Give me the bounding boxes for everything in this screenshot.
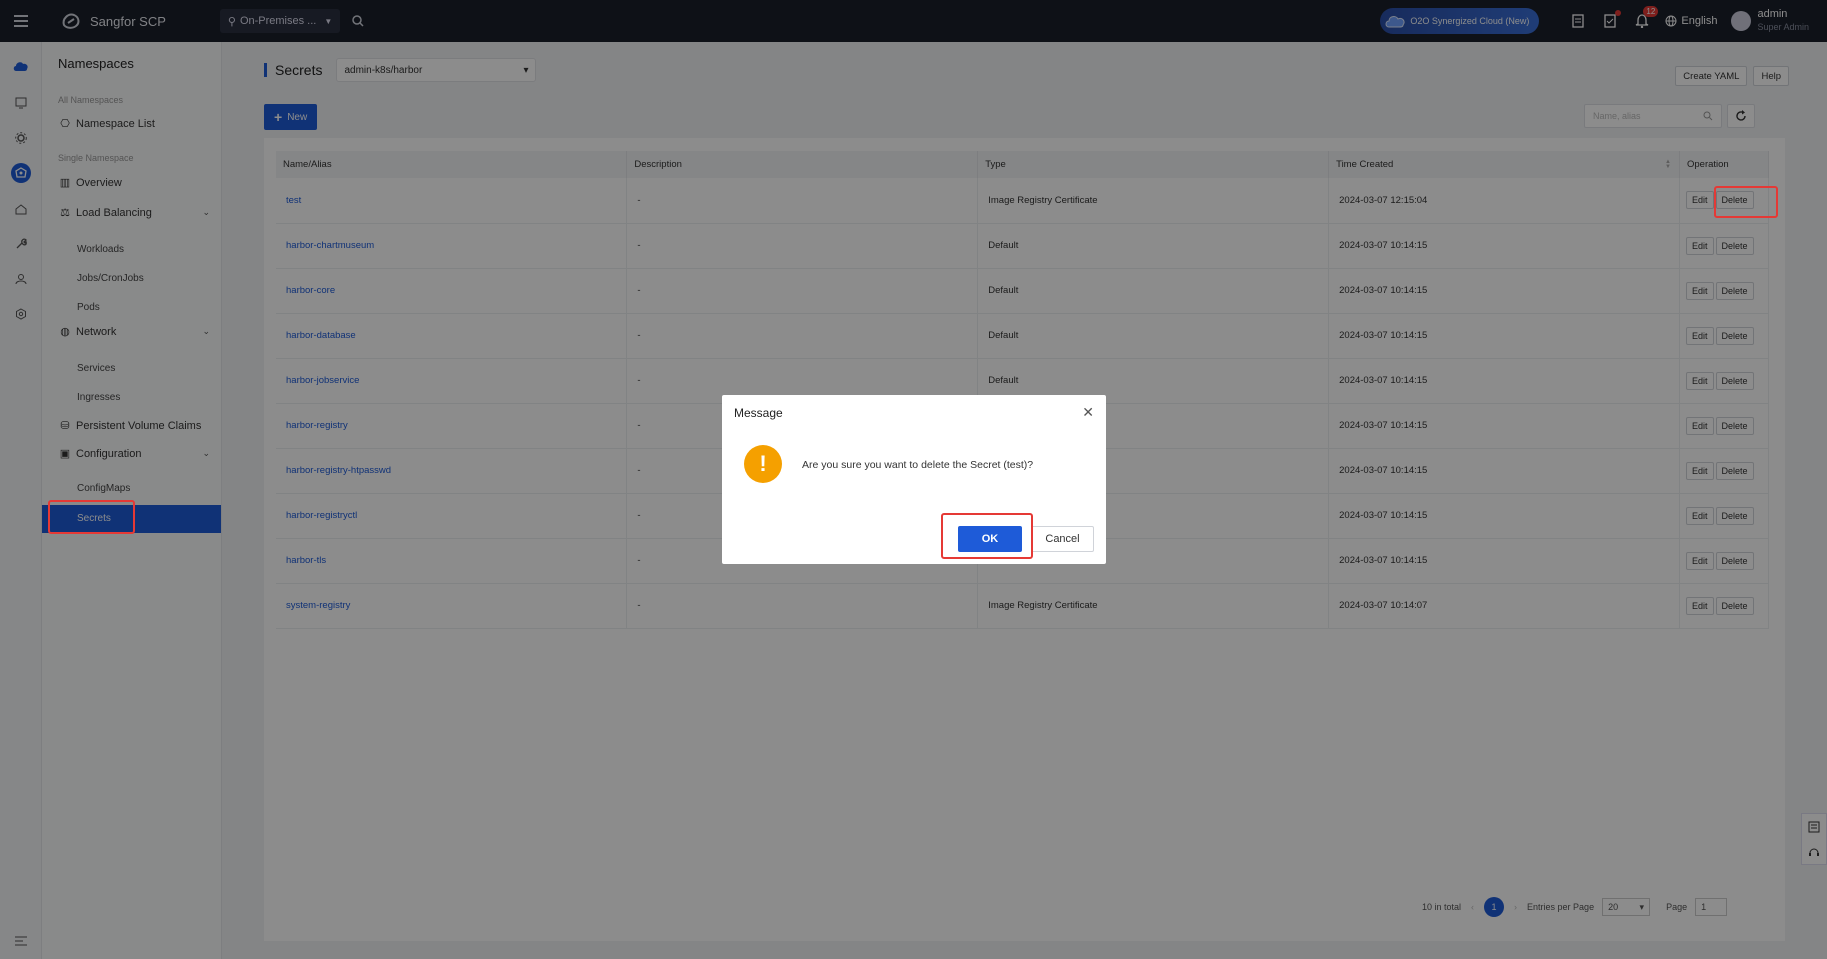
close-icon[interactable]: ✕ [1082, 404, 1094, 421]
warning-icon: ! [744, 445, 782, 483]
cancel-button[interactable]: Cancel [1031, 526, 1094, 552]
dialog-message: Are you sure you want to delete the Secr… [802, 459, 1034, 471]
confirm-dialog: Message ✕ ! Are you sure you want to del… [722, 395, 1106, 564]
highlight-ok [941, 513, 1033, 559]
dialog-title: Message [734, 406, 783, 420]
highlight-secrets [48, 500, 135, 534]
highlight-delete-test [1714, 186, 1778, 218]
